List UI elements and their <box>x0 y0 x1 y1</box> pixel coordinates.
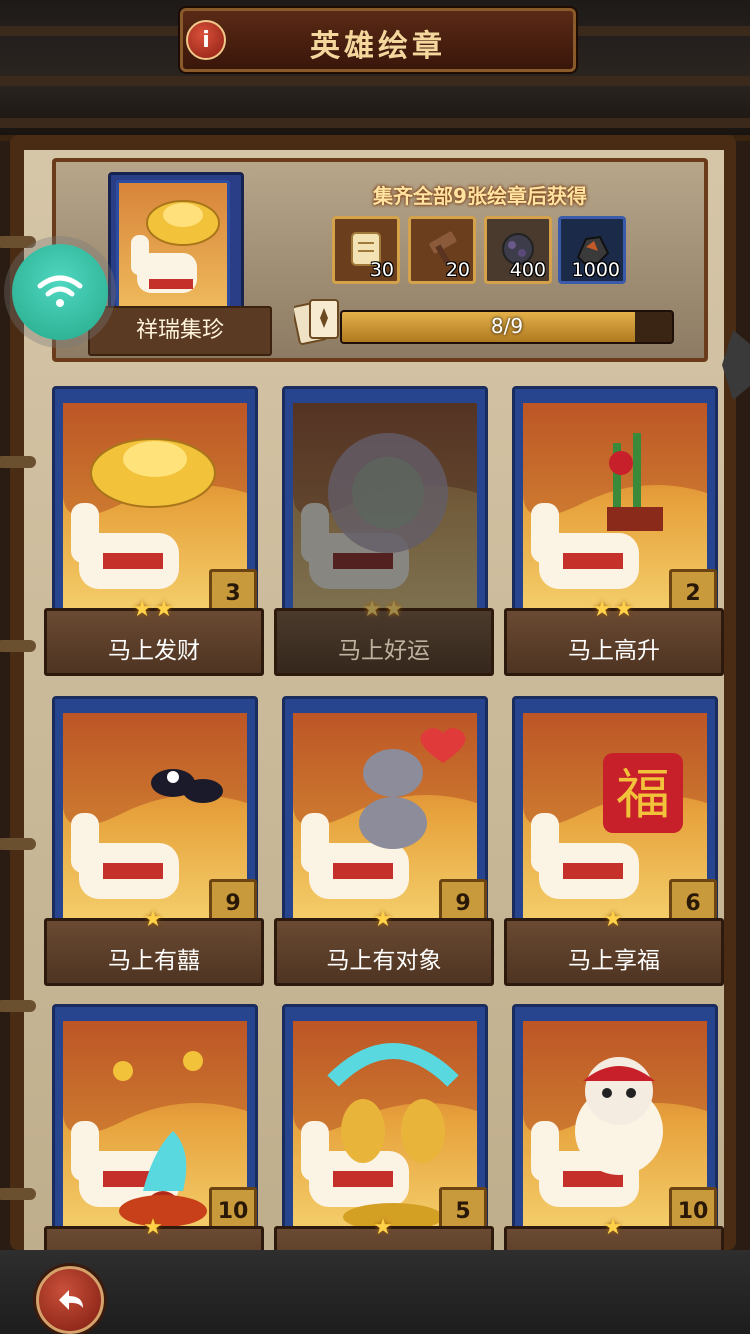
wifi-icon[interactable] <box>12 244 108 340</box>
card-name-plate: ★★ 马上发财 <box>44 597 264 676</box>
star-rating: ★★ <box>132 597 176 622</box>
bottom-bar <box>0 1250 750 1334</box>
card-frame: 10 <box>512 1004 718 1250</box>
card-art <box>293 403 477 623</box>
card-frame: 3 <box>52 386 258 632</box>
binder-ring <box>0 1000 36 1012</box>
reward-item-ore[interactable]: 400 <box>484 216 552 284</box>
card-name-plate: ★★ 马上好运 <box>274 597 494 676</box>
title-plate: 英雄绘章 <box>180 8 576 72</box>
card-frame: 10 <box>52 1004 258 1250</box>
info-icon: i <box>202 27 210 53</box>
binder-ring <box>0 1188 36 1200</box>
card-name: 马上享福 <box>568 948 660 974</box>
reward-count: 20 <box>445 259 470 281</box>
hero-card[interactable]: ★★ 马上好运 <box>274 386 494 676</box>
reward-count: 400 <box>509 259 546 281</box>
progress-text: 8/9 <box>490 314 524 338</box>
reward-count: 30 <box>369 259 394 281</box>
hero-card[interactable]: 9 ★ 马上有囍 <box>44 696 264 986</box>
card-name: 马上发财 <box>108 638 200 664</box>
card-frame: 9 <box>52 696 258 942</box>
collection-progress-bar: 8/9 <box>340 310 674 344</box>
card-frame: 9 <box>282 696 488 942</box>
reward-item-hammer[interactable]: 20 <box>408 216 476 284</box>
page-title: 英雄绘章 <box>310 29 446 64</box>
back-button[interactable] <box>36 1266 104 1334</box>
card-frame <box>282 386 488 632</box>
back-arrow-icon <box>59 1290 83 1310</box>
hero-card[interactable]: 福 6 ★ 马上享福 <box>504 696 724 986</box>
set-card-image[interactable] <box>116 180 230 326</box>
reward-caption: 集齐全部9张绘章后获得 <box>373 184 587 208</box>
card-name: 马上有对象 <box>326 948 442 974</box>
card-name: 马上好运 <box>338 638 430 664</box>
card-name: 马上高升 <box>568 638 660 664</box>
bookshelf-decor <box>0 76 750 86</box>
hero-card[interactable]: 3 ★★ 马上发财 <box>44 386 264 676</box>
bookshelf-decor <box>0 118 750 128</box>
card-frame: 2 <box>512 386 718 632</box>
set-name-label: 祥瑞集珍 <box>88 306 272 356</box>
reward-item-scroll[interactable]: 30 <box>332 216 400 284</box>
star-rating: ★★ <box>362 597 406 622</box>
star-rating: ★ <box>143 907 165 932</box>
card-name-plate: ★★ 马上高升 <box>504 597 724 676</box>
star-rating: ★ <box>603 907 625 932</box>
card-name-plate: ★ 马上享福 <box>504 907 724 986</box>
reward-count: 1000 <box>571 259 620 281</box>
card-name: 马上有囍 <box>108 948 200 974</box>
card-frame: 福 6 <box>512 696 718 942</box>
card-name-plate: ★ 马上有对象 <box>274 907 494 986</box>
binder-ring <box>0 236 36 248</box>
svg-text:福: 福 <box>616 763 670 826</box>
info-icon-button[interactable]: i <box>186 20 226 60</box>
hero-card[interactable]: 9 ★ 马上有对象 <box>274 696 494 986</box>
top-bar: 英雄绘章 i <box>0 0 750 141</box>
star-rating: ★ <box>603 1215 625 1240</box>
reward-item-coal[interactable]: 1000 <box>558 216 626 284</box>
cards-icon <box>291 296 342 346</box>
card-name-plate: ★ 马上有囍 <box>44 907 264 986</box>
star-rating: ★ <box>373 907 395 932</box>
hero-card[interactable]: 2 ★★ 马上高升 <box>504 386 724 676</box>
card-frame: 5 <box>282 1004 488 1250</box>
star-rating: ★ <box>373 1215 395 1240</box>
gold-ingot-horse-art <box>131 200 220 293</box>
binder-ring <box>0 640 36 652</box>
star-rating: ★ <box>143 1215 165 1240</box>
binder-ring <box>0 456 36 468</box>
star-rating: ★★ <box>592 597 636 622</box>
binder-ring <box>0 838 36 850</box>
